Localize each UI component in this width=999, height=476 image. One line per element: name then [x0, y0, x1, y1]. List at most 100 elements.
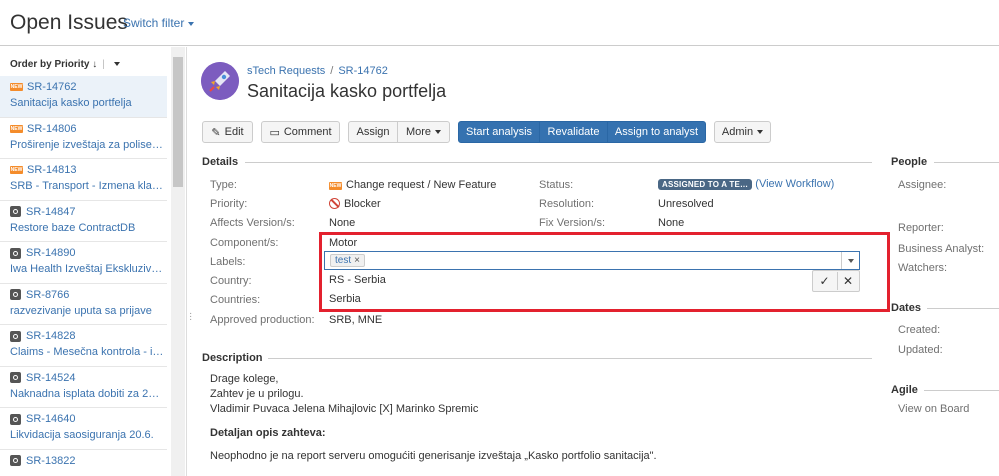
issue-title[interactable]: Sanitacija kasko portfelja — [247, 81, 446, 102]
issue-key: SR-14890 — [26, 247, 76, 259]
resolution-value: Unresolved — [658, 198, 714, 210]
edit-label: Edit — [224, 126, 244, 138]
revalidate-button[interactable]: Revalidate — [539, 121, 608, 143]
scrollbar-thumb[interactable] — [173, 57, 183, 187]
updated-label: Updated: — [898, 344, 943, 356]
project-avatar — [201, 62, 239, 100]
issue-key: SR-14828 — [26, 330, 76, 342]
breadcrumb-issue-key[interactable]: SR-14762 — [338, 65, 388, 77]
more-button[interactable]: More — [397, 121, 450, 143]
list-item[interactable]: SR-14828 Claims - Mesečna kontrola - i… — [0, 325, 167, 367]
approved-production-value[interactable]: SRB, MNE — [329, 314, 382, 326]
list-item[interactable]: SR-13822 — [0, 450, 167, 476]
people-divider — [934, 162, 999, 163]
view-workflow-link[interactable]: (View Workflow) — [755, 178, 834, 190]
start-analysis-label: Start analysis — [465, 126, 533, 138]
issue-summary: Naknadna isplata dobiti za 20… — [10, 387, 164, 400]
view-on-board-link[interactable]: View on Board — [898, 403, 969, 415]
description-detail-heading: Detaljan opis zahteva: — [210, 427, 326, 439]
list-scrollbar[interactable] — [171, 47, 185, 476]
fix-version-label: Fix Version/s: — [539, 217, 606, 229]
issue-summary: Iwa Health Izveštaj Ekskluziv… — [10, 263, 163, 275]
list-item-key: NEW SR-14762 — [10, 81, 167, 93]
list-item[interactable]: NEW SR-14762 Sanitacija kasko portfelja — [0, 76, 167, 118]
page-title: Open Issues — [10, 11, 128, 34]
new-feature-icon: NEW — [329, 182, 342, 190]
new-feature-icon: NEW — [10, 124, 23, 133]
watchers-label: Watchers: — [898, 262, 948, 274]
highlight-box — [319, 232, 890, 312]
assign-button[interactable]: Assign — [348, 121, 398, 143]
breadcrumb-project[interactable]: sTech Requests — [247, 65, 325, 77]
switch-filter-link[interactable]: Switch filter — [123, 16, 195, 30]
details-divider — [245, 162, 872, 163]
approved-production-label: Approved production: — [210, 314, 315, 326]
issue-summary: Proširenje izveštaja za polise … — [10, 138, 164, 151]
agile-divider — [924, 390, 999, 391]
new-feature-icon: NEW — [10, 166, 23, 174]
chevron-down-icon[interactable] — [113, 62, 120, 67]
list-item-key: SR-14828 — [10, 330, 167, 342]
created-label: Created: — [898, 324, 941, 336]
countries-label: Countries: — [210, 294, 261, 306]
task-icon — [10, 413, 21, 425]
agile-heading[interactable]: Agile — [891, 384, 918, 396]
issue-key: SR-14813 — [27, 164, 77, 176]
issue-summary: Likvidacija saosiguranja 20.6. — [10, 429, 154, 441]
issue-key: SR-8766 — [26, 288, 70, 301]
order-by-label: Order by Priority — [10, 59, 90, 70]
description-divider — [268, 358, 872, 359]
country-label: Country: — [210, 275, 252, 287]
description-mentions[interactable]: Vladimir Puvaca Jelena Mihajlovic [X] Ma… — [210, 403, 478, 415]
issue-list-panel: Order by Priority ↓ | NEW SR-14762 Sanitaci… — [0, 47, 187, 476]
labels-label: Labels: — [210, 256, 246, 268]
details-heading[interactable]: Details — [202, 156, 238, 168]
list-item[interactable]: NEW SR-14813 SRB - Transport - Izmena kla… — [0, 159, 167, 201]
order-by-control[interactable]: Order by Priority ↓ | — [10, 59, 120, 70]
affects-version-label: Affects Version/s: — [210, 217, 295, 229]
list-item[interactable]: NEW SR-14806 Proširenje izveštaja za polis… — [0, 118, 167, 159]
fix-version-value[interactable]: None — [658, 217, 684, 229]
list-item[interactable]: SR-14524 Naknadna isplata dobiti za 20… — [0, 367, 167, 408]
people-heading[interactable]: People — [891, 156, 927, 168]
description-line-1: Drage kolege, — [210, 373, 279, 385]
list-item[interactable]: SR-14640 Likvidacija saosiguranja 20.6. — [0, 408, 167, 450]
dates-heading[interactable]: Dates — [891, 302, 921, 314]
list-item-key: NEW SR-14813 — [10, 164, 167, 176]
description-line-2: Zahtev je u prilogu. — [210, 388, 304, 400]
description-heading[interactable]: Description — [202, 352, 263, 364]
arrow-down-icon: ↓ — [92, 59, 98, 70]
issue-summary: razvezivanje uputa sa prijave — [10, 304, 152, 317]
assign-to-analyst-label: Assign to analyst — [614, 126, 699, 138]
chevron-down-icon — [435, 130, 442, 134]
list-item-key: SR-14890 — [10, 247, 167, 259]
start-analysis-button[interactable]: Start analysis — [458, 121, 540, 143]
admin-label: Admin — [721, 126, 754, 138]
new-feature-icon: NEW — [10, 83, 23, 91]
priority-value[interactable]: Blocker — [329, 198, 381, 210]
admin-button[interactable]: Admin — [714, 121, 771, 143]
list-item[interactable]: SR-14890 Iwa Health Izveštaj Ekskluziv… — [0, 242, 167, 284]
type-value: NEW Change request / New Feature — [329, 179, 496, 191]
task-icon — [10, 289, 21, 300]
list-item-key: SR-14524 — [10, 372, 167, 384]
edit-button[interactable]: ✎ Edit — [202, 121, 253, 143]
dates-divider — [927, 308, 999, 309]
comment-button[interactable]: ▭ Comment — [261, 121, 340, 143]
comment-icon: ▭ — [269, 126, 280, 139]
affects-version-value[interactable]: None — [329, 217, 355, 229]
resize-handle[interactable]: · · · — [189, 309, 192, 325]
assign-to-analyst-button[interactable]: Assign to analyst — [607, 121, 706, 143]
switch-filter-label: Switch filter — [123, 16, 185, 30]
task-icon — [10, 455, 21, 466]
list-item-key: SR-13822 — [10, 455, 167, 467]
description-detail-text: Neophodno je na report serveru omogućiti… — [210, 450, 657, 462]
list-item[interactable]: SR-14847 Restore baze ContractDB — [0, 201, 167, 242]
issue-key: SR-14806 — [27, 122, 77, 135]
issue-key: SR-14762 — [27, 81, 77, 93]
list-item[interactable]: SR-8766 razvezivanje uputa sa prijave — [0, 284, 167, 325]
task-icon — [10, 330, 21, 342]
issue-key: SR-14847 — [26, 205, 76, 218]
issue-summary: Restore baze ContractDB — [10, 221, 136, 234]
task-icon — [10, 372, 21, 383]
